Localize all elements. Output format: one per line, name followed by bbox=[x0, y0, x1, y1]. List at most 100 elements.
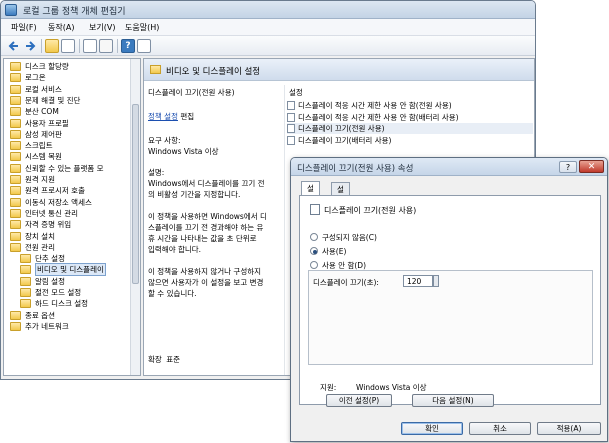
settings-column-header[interactable]: 설정 bbox=[289, 87, 303, 98]
tree-item-label: 원격 지원 bbox=[25, 175, 55, 184]
tree-scrollbar-thumb[interactable] bbox=[132, 104, 139, 284]
tab-settings[interactable]: 설정 bbox=[301, 181, 320, 204]
cancel-button[interactable]: 취소 bbox=[469, 422, 531, 435]
folder-icon bbox=[10, 220, 21, 230]
menu-action[interactable]: 동작(A) bbox=[48, 22, 74, 33]
tree-item-label: 신뢰할 수 있는 플랫폼 모 bbox=[25, 163, 104, 173]
folder-icon bbox=[10, 242, 21, 252]
settings-row[interactable]: 디스플레이 끄기(전원 사용) bbox=[287, 123, 533, 134]
settings-row-label: 디스플레이 적응 시간 제한 사용 안 함(전원 사용) bbox=[298, 101, 452, 110]
settings-row[interactable]: 디스플레이 끄기(배터리 사용) bbox=[287, 135, 533, 146]
help-icon[interactable]: ? bbox=[121, 39, 135, 53]
requirements-value: Windows Vista 이상 bbox=[148, 147, 219, 156]
ok-button[interactable]: 확인 bbox=[401, 422, 463, 435]
settings-row-label: 디스플레이 끄기(배터리 사용) bbox=[298, 135, 392, 145]
requirements-label: 요구 사항: bbox=[148, 136, 181, 145]
tree-item-label: 로그온 bbox=[25, 73, 46, 83]
folder-icon bbox=[10, 129, 21, 139]
description-line: 스플레이를 끄기 전 경과해야 하는 유 bbox=[148, 223, 264, 232]
folder-icon bbox=[10, 321, 21, 331]
policy-setting-icon bbox=[287, 135, 295, 145]
display-off-seconds-label: 디스플레이 끄기(초): bbox=[313, 278, 379, 287]
folder-icon bbox=[20, 299, 31, 309]
tree-item-label: 비디오 및 디스플레이 bbox=[35, 263, 106, 277]
apply-button[interactable]: 적용(A) bbox=[537, 422, 601, 435]
folder-icon bbox=[20, 276, 31, 286]
up-folder-icon[interactable] bbox=[45, 39, 59, 53]
tab-standard[interactable]: 표준 bbox=[166, 355, 180, 364]
tree-item-label: 문제 해결 및 진단 bbox=[25, 95, 81, 105]
folder-icon bbox=[20, 254, 31, 264]
radio-dot[interactable] bbox=[310, 247, 318, 255]
forward-arrow-icon[interactable] bbox=[23, 39, 37, 53]
folder-icon bbox=[10, 197, 21, 207]
folder-icon bbox=[10, 231, 21, 241]
next-setting-button[interactable]: 다음 설정(N) bbox=[412, 394, 494, 407]
content-header-title: 비디오 및 디스플레이 설정 bbox=[166, 67, 261, 77]
supported-row: 지원: Windows Vista 이상 bbox=[320, 382, 427, 393]
close-icon[interactable]: ✕ bbox=[579, 160, 604, 173]
folder-icon bbox=[20, 265, 31, 275]
description-line: 할 수 있습니다. bbox=[148, 289, 197, 298]
dialog-titlebar[interactable]: 디스플레이 끄기(전원 사용) 속성 ? ✕ bbox=[291, 158, 607, 176]
folder-icon bbox=[150, 65, 161, 74]
description-line: 입력해야 합니다. bbox=[148, 245, 202, 254]
folder-icon bbox=[10, 152, 21, 162]
export-list-icon[interactable] bbox=[99, 39, 113, 53]
tree-item-label: 로컬 서비스 bbox=[25, 84, 62, 94]
tab-extended[interactable]: 확장 bbox=[148, 355, 162, 364]
tree-item-label: 절전 모드 설정 bbox=[35, 288, 82, 297]
menu-view[interactable]: 보기(V) bbox=[89, 22, 115, 33]
folder-icon bbox=[10, 84, 21, 94]
help-icon[interactable]: ? bbox=[559, 161, 577, 173]
tree-item-label: 하드 디스크 설정 bbox=[35, 299, 89, 309]
menu-file[interactable]: 파일(F) bbox=[11, 22, 37, 33]
folder-icon bbox=[10, 118, 21, 128]
tree-item-label: 이동식 저장소 액세스 bbox=[25, 197, 92, 207]
radio-dot[interactable] bbox=[310, 233, 318, 241]
edit-policy-link[interactable]: 정책 설정 bbox=[148, 112, 178, 121]
edit-policy-suffix: 편집 bbox=[180, 112, 195, 121]
edit-policy-line: 정책 설정 편집 bbox=[148, 111, 194, 122]
menu-help[interactable]: 도움말(H) bbox=[125, 22, 159, 33]
properties-icon[interactable] bbox=[83, 39, 97, 53]
tree-item-label: 알림 설정 bbox=[35, 276, 65, 286]
policy-setting-icon bbox=[287, 112, 295, 122]
tree-item-label: 추가 네트워크 bbox=[25, 321, 69, 331]
back-arrow-icon[interactable] bbox=[7, 39, 21, 53]
gpedit-app-icon bbox=[5, 4, 17, 16]
folder-icon bbox=[10, 175, 21, 184]
filter-icon[interactable] bbox=[137, 39, 151, 53]
tree-item-label: 종료 옵션 bbox=[25, 310, 55, 320]
tree-pane[interactable]: 디스크 할당량 로그온 로컬 서비스 문제 해결 및 진단 분산 COM 사용자 프로필 삼… bbox=[3, 58, 141, 376]
tree-item-label: 자격 증명 위임 bbox=[25, 220, 72, 230]
tree-item-label: 사용자 프로필 bbox=[25, 118, 69, 128]
previous-setting-button[interactable]: 이전 설정(P) bbox=[326, 394, 392, 407]
tree-item-label: 시스템 복원 bbox=[25, 152, 62, 162]
policy-name: 디스플레이 끄기(전원 사용) bbox=[324, 206, 417, 215]
policy-document-icon bbox=[310, 204, 320, 215]
menubar: 파일(F) 동작(A) 보기(V) 도움말(H) bbox=[1, 19, 535, 36]
show-hide-tree-icon[interactable] bbox=[61, 39, 75, 53]
folder-icon bbox=[10, 107, 21, 117]
folder-icon bbox=[10, 186, 21, 196]
settings-row[interactable]: 디스플레이 적응 시간 제한 사용 안 함(배터리 사용) bbox=[287, 112, 533, 123]
tree-item-label: 디스크 할당량 bbox=[25, 62, 69, 71]
display-off-seconds-input[interactable]: 120 bbox=[403, 275, 433, 287]
tab-explain[interactable]: 설명 bbox=[331, 182, 350, 205]
description-line: 이 정책을 사용하면 Windows에서 디 bbox=[148, 212, 267, 221]
supported-value: Windows Vista 이상 bbox=[356, 383, 427, 392]
tree-item-label: 인터넷 통신 관리 bbox=[25, 208, 79, 218]
radio-dot[interactable] bbox=[310, 261, 318, 269]
toolbar-separator bbox=[79, 39, 80, 53]
settings-row[interactable]: 디스플레이 적응 시간 제한 사용 안 함(전원 사용) bbox=[287, 100, 533, 111]
main-titlebar[interactable]: 로컬 그룹 정책 개체 편집기 bbox=[1, 1, 535, 19]
folder-icon bbox=[20, 288, 31, 297]
tree-scrollbar[interactable] bbox=[130, 59, 140, 375]
seconds-spinner[interactable] bbox=[433, 275, 439, 287]
description-line: Windows에서 디스플레이를 끄기 전 bbox=[148, 179, 265, 188]
toolbar: ? bbox=[1, 36, 535, 56]
policy-properties-dialog: 디스플레이 끄기(전원 사용) 속성 ? ✕ 설정 설명 디스플레이 끄기(전원… bbox=[290, 157, 608, 442]
folder-icon bbox=[10, 73, 21, 83]
tree-item-label: 원격 프로시저 호출 bbox=[25, 186, 85, 196]
